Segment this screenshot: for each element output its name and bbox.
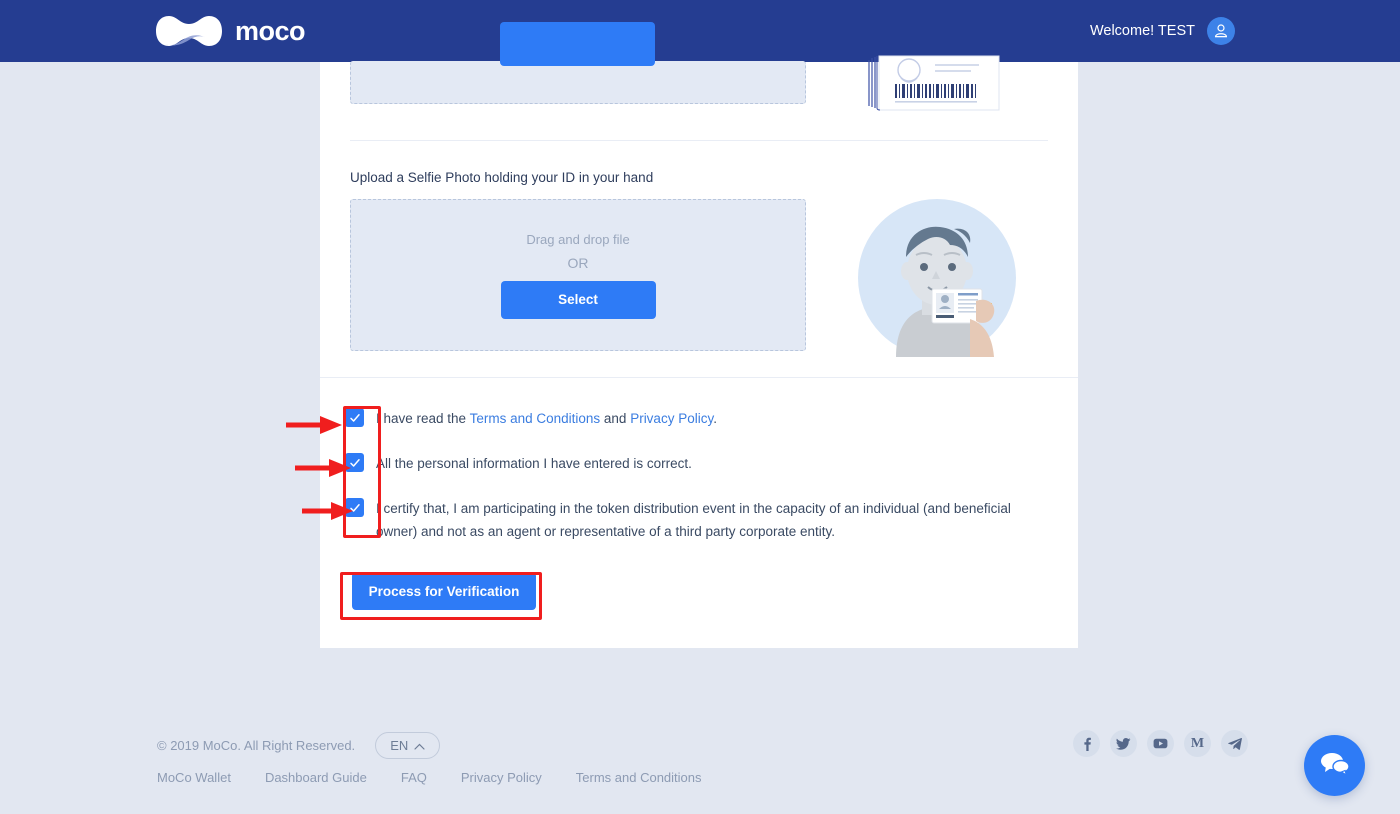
consent-checkbox-terms[interactable] — [345, 408, 364, 427]
chevron-up-icon — [414, 738, 425, 753]
brand-name: moco — [235, 15, 306, 46]
consent-terms-suffix: . — [713, 411, 717, 426]
drag-drop-hint: Drag and drop file — [526, 231, 630, 247]
footer-link-dashboard-guide[interactable]: Dashboard Guide — [265, 770, 367, 785]
person-holding-id-card-illustration — [858, 199, 1016, 357]
process-for-verification-button[interactable]: Process for Verification — [352, 572, 536, 610]
header-user-area: Welcome! TEST — [1090, 0, 1400, 62]
consent-label-certify: I certify that, I am participating in th… — [376, 501, 1011, 539]
copyright-text: © 2019 MoCo. All Right Reserved. — [157, 738, 356, 753]
youtube-icon[interactable] — [1147, 730, 1174, 757]
footer-link-terms-and-conditions[interactable]: Terms and Conditions — [576, 770, 702, 785]
chat-bubbles-icon — [1320, 751, 1350, 780]
language-selector-value: EN — [390, 738, 409, 753]
consent-terms-prefix: I have read the — [376, 411, 470, 426]
footer-link-privacy-policy[interactable]: Privacy Policy — [461, 770, 542, 785]
consent-label-personal-info: All the personal information I have ente… — [376, 456, 692, 471]
brand-logo[interactable]: moco — [155, 14, 306, 48]
id-upload-dropzone[interactable] — [350, 61, 806, 104]
privacy-policy-link[interactable]: Privacy Policy — [630, 411, 713, 426]
language-selector[interactable]: EN — [375, 732, 441, 759]
consents-group: I have read the Terms and Conditions and… — [345, 407, 1065, 543]
footer-link-moco-wallet[interactable]: MoCo Wallet — [157, 770, 231, 785]
consent-checkbox-certify[interactable] — [345, 498, 364, 517]
consent-terms-conjunction: and — [600, 411, 631, 426]
section-divider-top — [350, 140, 1048, 141]
consent-checkbox-personal-info[interactable] — [345, 453, 364, 472]
consent-row-terms: I have read the Terms and Conditions and… — [345, 407, 1065, 430]
app-header: moco Welcome! TEST — [0, 0, 1400, 62]
id-upload-select-button[interactable] — [500, 22, 655, 66]
twitter-icon[interactable] — [1110, 730, 1137, 757]
consent-label-terms: I have read the Terms and Conditions and… — [376, 407, 717, 430]
terms-and-conditions-link[interactable]: Terms and Conditions — [470, 411, 601, 426]
medium-icon[interactable]: M — [1184, 730, 1211, 757]
welcome-text: Welcome! TEST — [1089, 23, 1195, 39]
telegram-icon[interactable] — [1221, 730, 1248, 757]
footer-links: MoCo Wallet Dashboard Guide FAQ Privacy … — [157, 770, 702, 785]
consent-row-certify: I certify that, I am participating in th… — [345, 497, 1065, 543]
selfie-upload-dropzone[interactable]: Drag and drop file OR Select — [350, 199, 806, 351]
facebook-icon[interactable] — [1073, 730, 1100, 757]
section-divider-consents — [320, 377, 1078, 378]
page-root: moco Welcome! TEST Upload a Selfie Photo… — [0, 0, 1400, 814]
selfie-upload-label: Upload a Selfie Photo holding your ID in… — [350, 170, 654, 185]
kyc-card: Upload a Selfie Photo holding your ID in… — [320, 22, 1078, 648]
selfie-select-button[interactable]: Select — [500, 280, 656, 319]
user-avatar-icon[interactable] — [1207, 17, 1235, 45]
or-separator-label: OR — [567, 254, 589, 271]
social-links: M — [1073, 730, 1248, 757]
id-card-barcode-illustration — [865, 54, 1010, 112]
chat-support-button[interactable] — [1304, 735, 1365, 796]
footer-top-row: © 2019 MoCo. All Right Reserved. EN — [157, 732, 441, 759]
consent-row-personal-info: All the personal information I have ente… — [345, 452, 1065, 475]
footer-link-faq[interactable]: FAQ — [401, 770, 427, 785]
moco-wave-logo-icon — [155, 14, 223, 48]
